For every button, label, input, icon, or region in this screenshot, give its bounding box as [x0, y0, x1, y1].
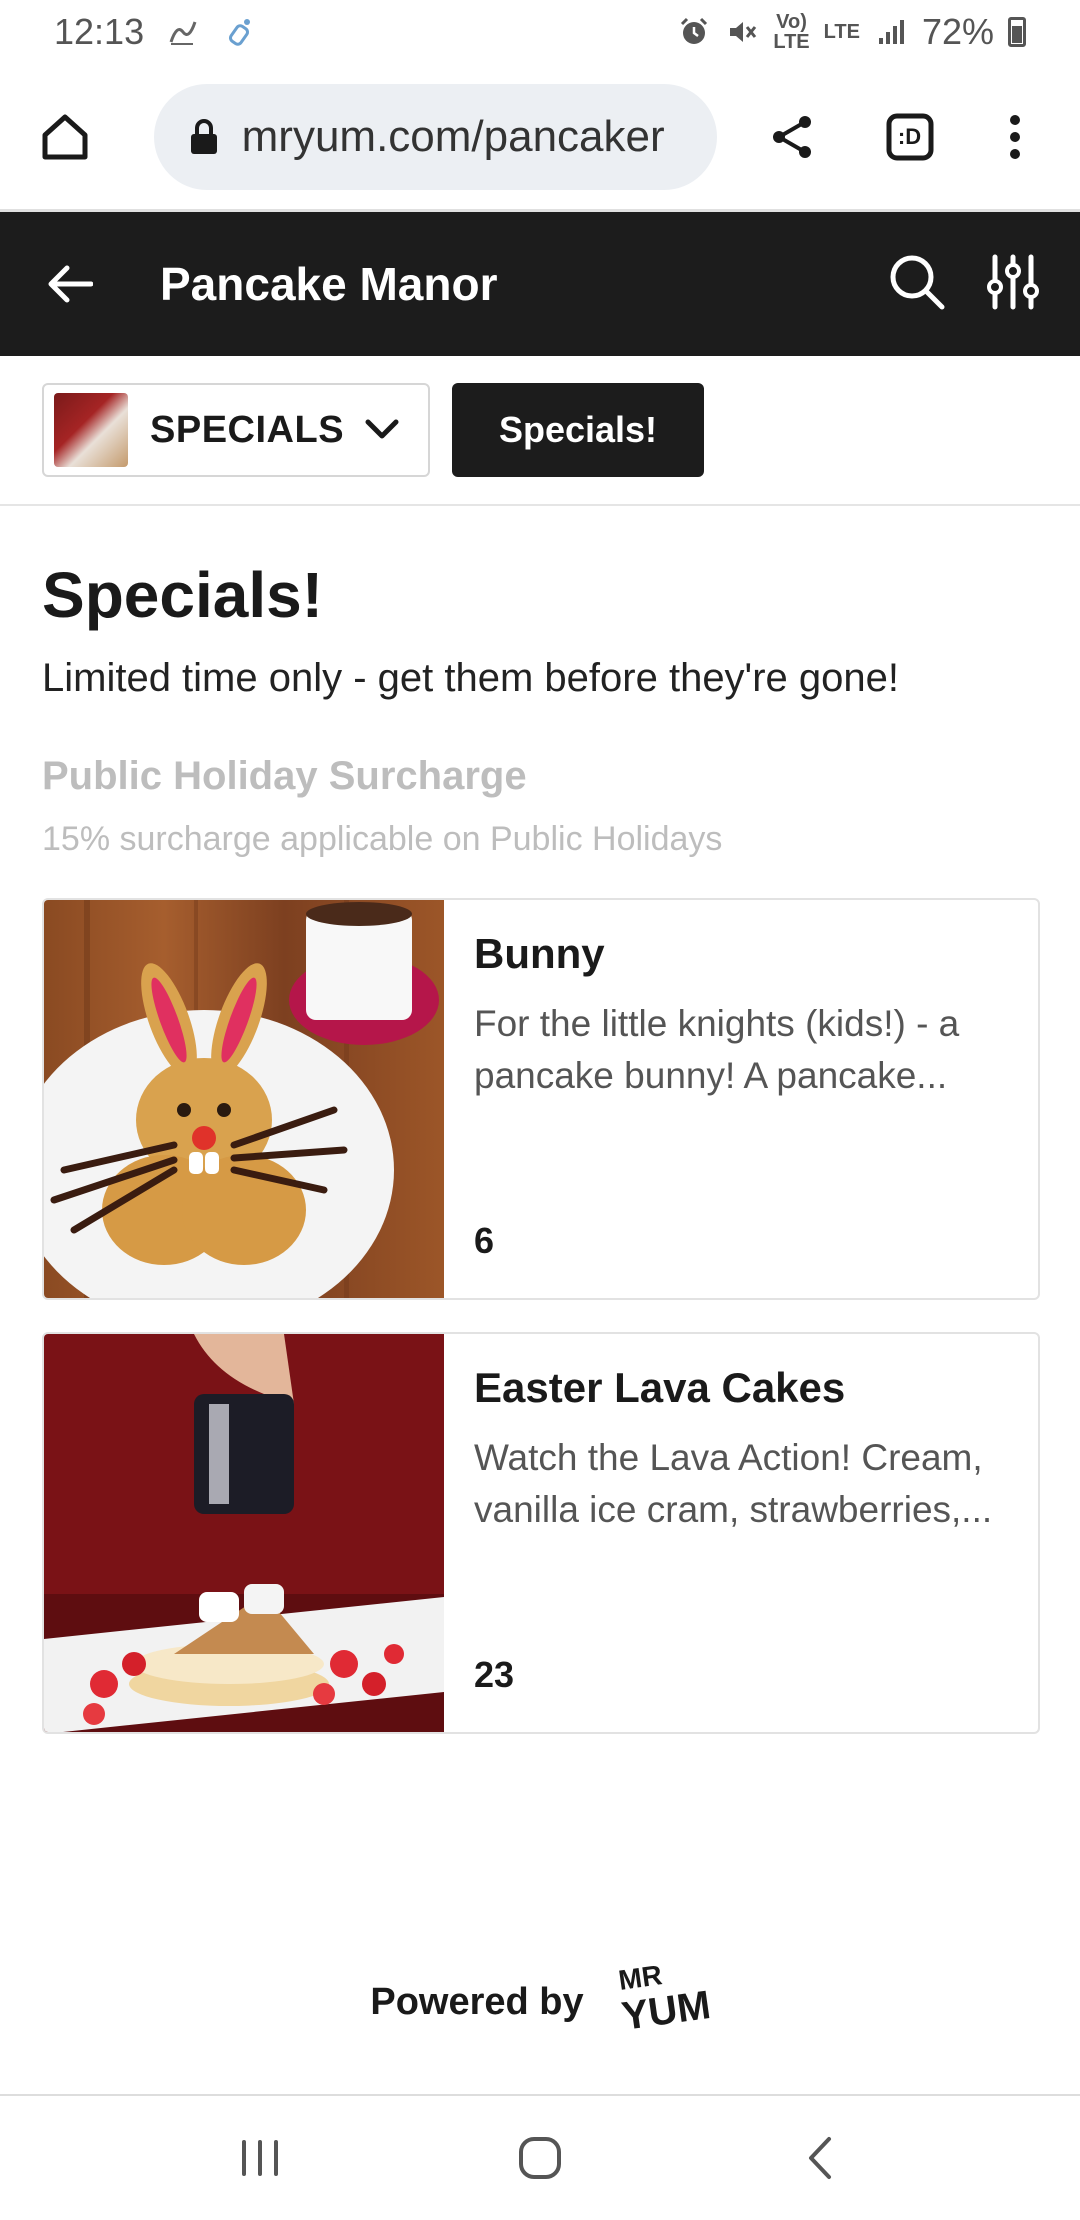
surcharge-title: Public Holiday Surcharge: [42, 754, 527, 798]
recent-apps-button[interactable]: [220, 2118, 300, 2198]
status-bar: 12:13 Vo) LTE LTE 72%: [0, 0, 1080, 64]
home-button[interactable]: [30, 102, 100, 172]
signature-icon: [166, 15, 200, 49]
mr-yum-logo[interactable]: MR YUM: [614, 1960, 710, 2044]
mute-icon: [725, 15, 759, 49]
item-details: Easter Lava Cakes Watch the Lava Action!…: [444, 1334, 1038, 1732]
battery-percent: 72%: [921, 11, 994, 52]
signal-icon: [874, 15, 908, 49]
volte-indicator: Vo) LTE: [773, 11, 810, 53]
arrow-left-icon: [48, 265, 93, 303]
chevron-left-icon: [809, 2137, 831, 2179]
category-pill-specials[interactable]: Specials!: [452, 383, 704, 477]
item-name: Bunny: [474, 930, 605, 977]
lock-icon: [190, 118, 217, 154]
category-thumbnail: [54, 393, 128, 467]
item-price: 6: [474, 1220, 495, 1261]
filter-button[interactable]: [986, 253, 1040, 316]
section-description: Limited time only - get them before they…: [42, 656, 899, 700]
category-dropdown[interactable]: SPECIALS: [42, 383, 430, 477]
back-button[interactable]: [40, 254, 100, 314]
recents-icon: [242, 2140, 278, 2176]
browser-menu-button[interactable]: [980, 102, 1050, 172]
powered-by: Powered by MR YUM: [0, 1960, 1080, 2044]
search-button[interactable]: [888, 253, 946, 316]
item-image: [44, 1334, 444, 1732]
category-selected: SPECIALS: [150, 408, 345, 451]
app-header: Pancake Manor: [0, 212, 1080, 356]
status-time: 12:13: [54, 11, 145, 52]
chevron-down-icon: [365, 419, 399, 439]
alarm-icon: [677, 15, 711, 49]
item-name: Easter Lava Cakes: [474, 1364, 846, 1411]
browser-toolbar: mryum.com/pancaker :D: [0, 64, 1080, 212]
search-icon: [890, 255, 945, 309]
url-text: mryum.com/pancaker: [241, 111, 665, 161]
battery-icon: [1008, 17, 1026, 47]
lte-indicator: LTE: [823, 21, 860, 43]
home-nav-button[interactable]: [500, 2118, 580, 2198]
item-description: Watch the Lava Action! Cream, vanilla ic…: [474, 1437, 993, 1530]
venue-title: Pancake Manor: [160, 258, 498, 310]
item-image: [44, 900, 444, 1298]
system-nav-bar: [0, 2094, 1080, 2220]
back-nav-button[interactable]: [780, 2118, 860, 2198]
share-icon: [772, 115, 811, 158]
item-price: 23: [474, 1654, 515, 1695]
surcharge-description: 15% surcharge applicable on Public Holid…: [42, 820, 723, 858]
address-bar[interactable]: mryum.com/pancaker: [153, 83, 718, 190]
menu-item-card[interactable]: Easter Lava Cakes Watch the Lava Action!…: [42, 1332, 1040, 1734]
share-button[interactable]: [757, 102, 827, 172]
home-icon: [42, 114, 88, 159]
sliders-icon: [987, 254, 1039, 309]
section-title: Specials!: [42, 559, 324, 631]
home-nav-icon: [519, 2137, 561, 2179]
menu-item-card[interactable]: Bunny For the little knights (kids!) - a…: [42, 898, 1040, 1300]
tab-switcher-button[interactable]: :D: [875, 102, 945, 172]
category-bar: SPECIALS Specials!: [0, 356, 1080, 506]
more-vert-icon: [1010, 114, 1021, 159]
item-description: For the little knights (kids!) - a panca…: [474, 1003, 960, 1096]
powered-by-text: Powered by: [370, 1980, 584, 2023]
tab-glyph: :D: [897, 123, 922, 149]
item-details: Bunny For the little knights (kids!) - a…: [444, 900, 1038, 1298]
baby-bottle-icon: [222, 15, 256, 49]
